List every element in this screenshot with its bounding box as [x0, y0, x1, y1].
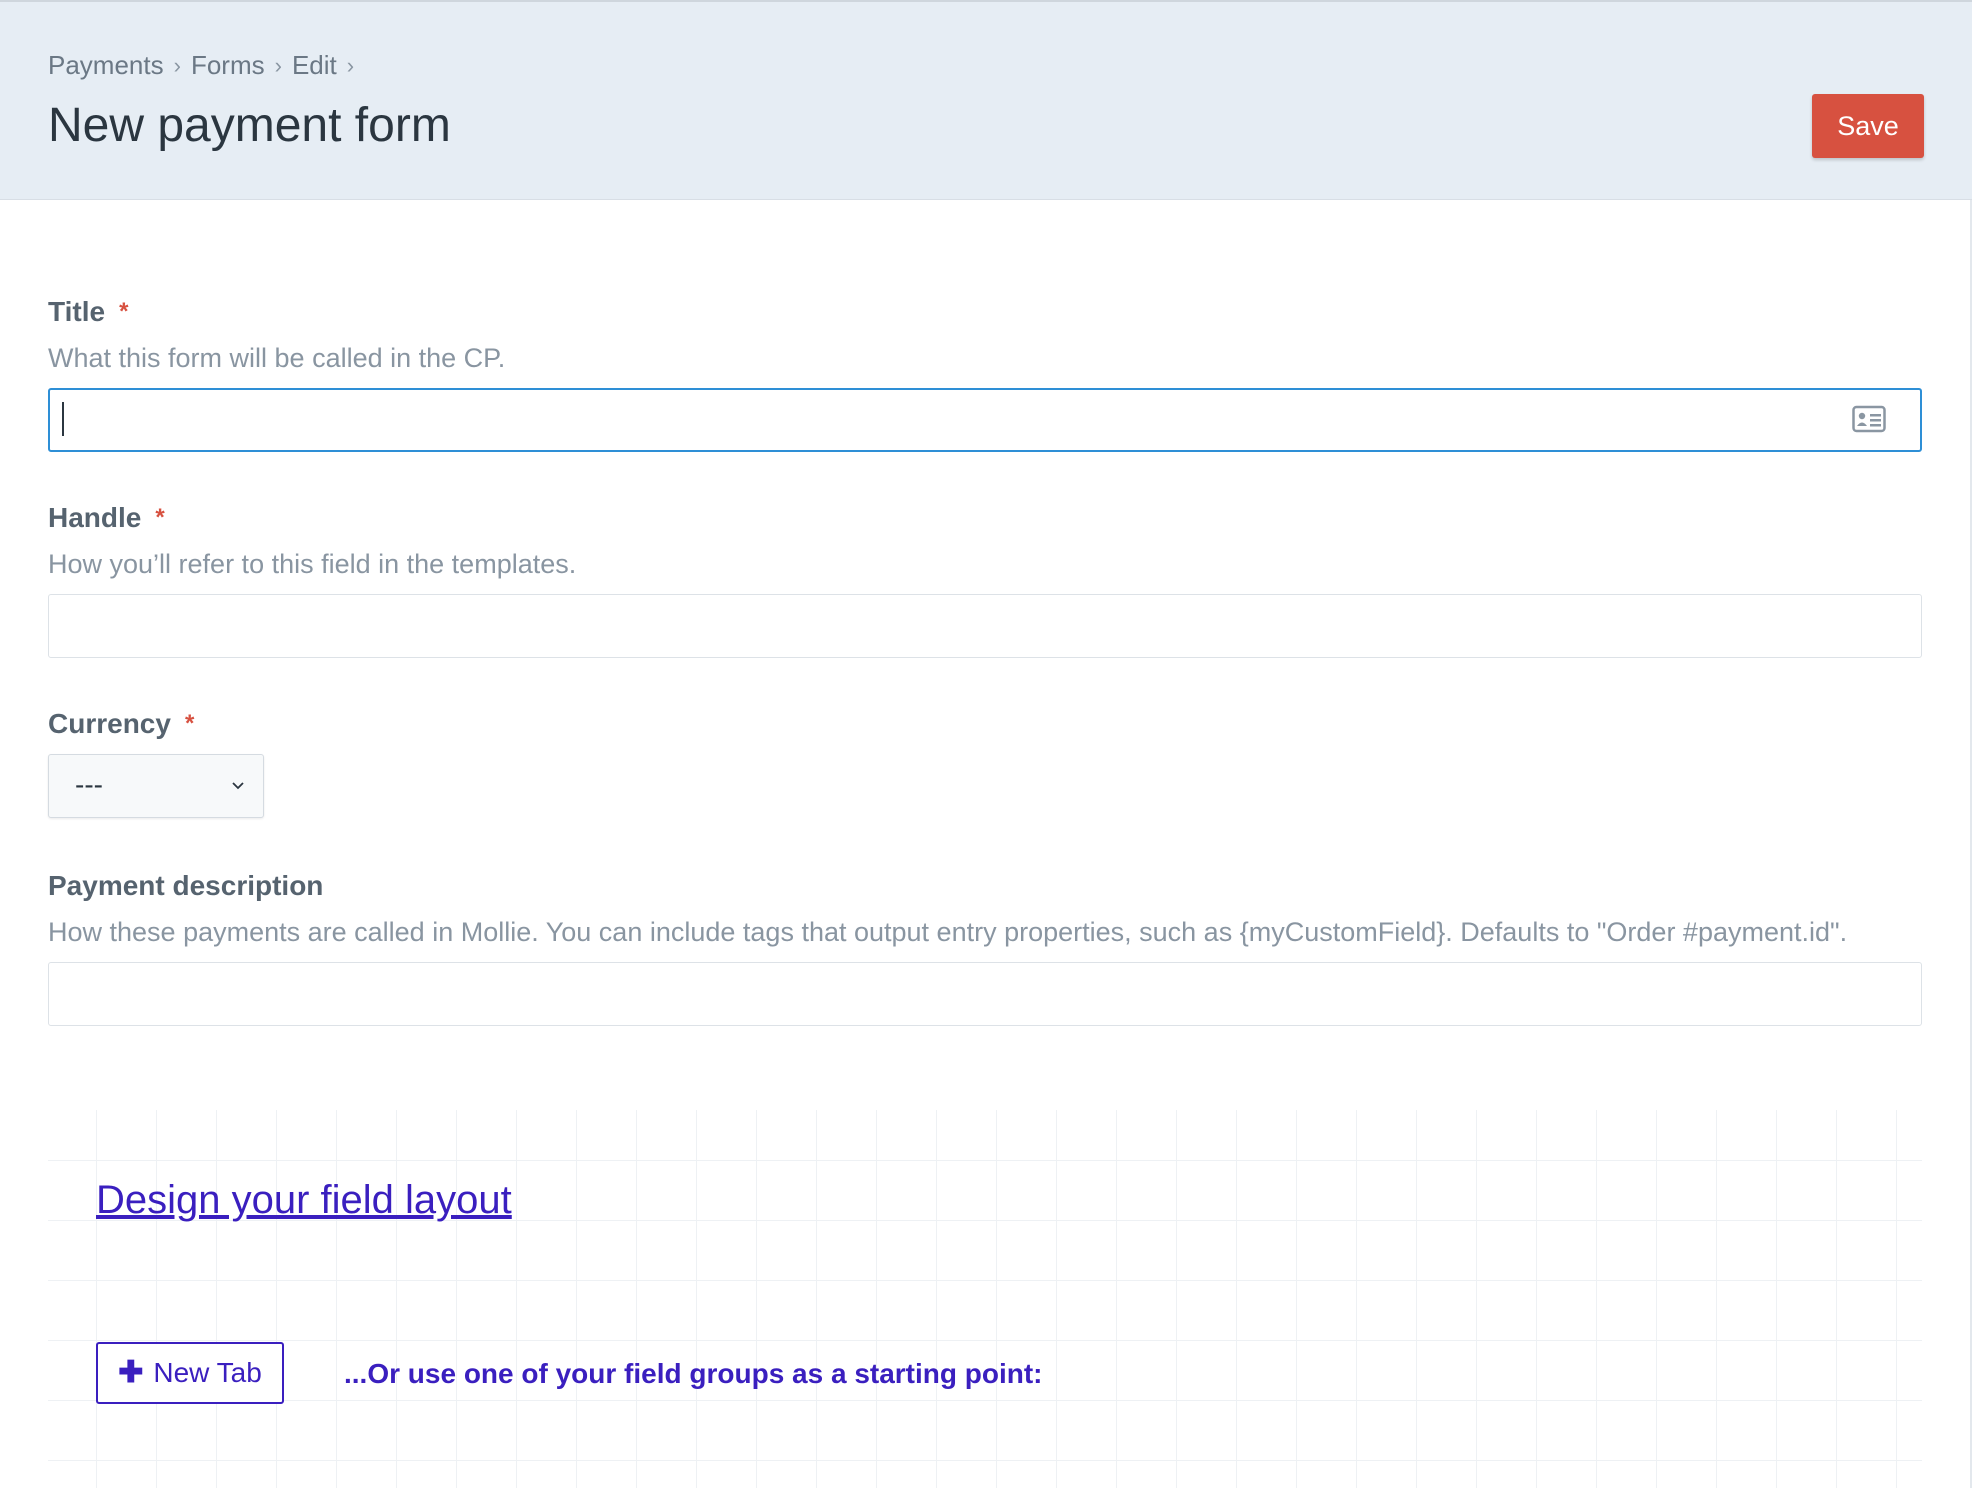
payment-description-label: Payment description	[48, 870, 324, 901]
page-title: New payment form	[48, 99, 451, 152]
breadcrumb: Payments › Forms › Edit ›	[48, 50, 354, 81]
page-header: Payments › Forms › Edit › New payment fo…	[0, 0, 1972, 200]
new-tab-button[interactable]: ✚ New Tab	[96, 1342, 284, 1404]
currency-field: Currency * ---	[48, 708, 1922, 818]
breadcrumb-item-payments[interactable]: Payments	[48, 50, 164, 81]
chevron-down-icon	[232, 782, 244, 790]
payment-description-field: Payment description How these payments a…	[48, 870, 1922, 1026]
breadcrumb-item-forms[interactable]: Forms	[191, 50, 265, 81]
new-tab-label: New Tab	[153, 1357, 262, 1388]
breadcrumb-separator: ›	[346, 52, 355, 78]
field-groups-starting-point-text: ...Or use one of your field groups as a …	[344, 1358, 1043, 1389]
title-label-row: Title *	[48, 296, 1922, 328]
payment-description-input[interactable]	[48, 962, 1922, 1026]
handle-label: Handle	[48, 502, 142, 533]
handle-instructions: How you’ll refer to this field in the te…	[48, 549, 577, 579]
title-input[interactable]	[48, 388, 1922, 452]
handle-label-row: Handle *	[48, 502, 1922, 534]
title-label: Title	[48, 296, 106, 327]
plus-icon: ✚	[118, 1356, 144, 1389]
currency-select-value: ---	[75, 769, 103, 800]
required-indicator: *	[119, 298, 129, 325]
field-layout-designer: Design your field layout ✚ New Tab ...Or…	[48, 1110, 1922, 1488]
currency-select[interactable]: ---	[48, 754, 264, 818]
handle-field: Handle * How you’ll refer to this field …	[48, 502, 1922, 658]
handle-input[interactable]	[48, 594, 1922, 658]
currency-label: Currency	[48, 708, 171, 739]
title-instructions: What this form will be called in the CP.	[48, 343, 506, 373]
required-indicator: *	[155, 504, 165, 531]
title-field: Title * What this form will be called in…	[48, 296, 1922, 452]
breadcrumb-separator: ›	[274, 52, 282, 78]
required-indicator: *	[184, 710, 195, 737]
save-button[interactable]: Save	[1812, 94, 1924, 158]
breadcrumb-item-edit[interactable]: Edit	[292, 50, 337, 81]
design-field-layout-link[interactable]: Design your field layout	[96, 1178, 512, 1223]
breadcrumb-separator: ›	[173, 52, 181, 78]
payment-description-instructions: How these payments are called in Mollie.…	[48, 917, 1848, 947]
currency-label-row: Currency *	[48, 708, 1922, 740]
